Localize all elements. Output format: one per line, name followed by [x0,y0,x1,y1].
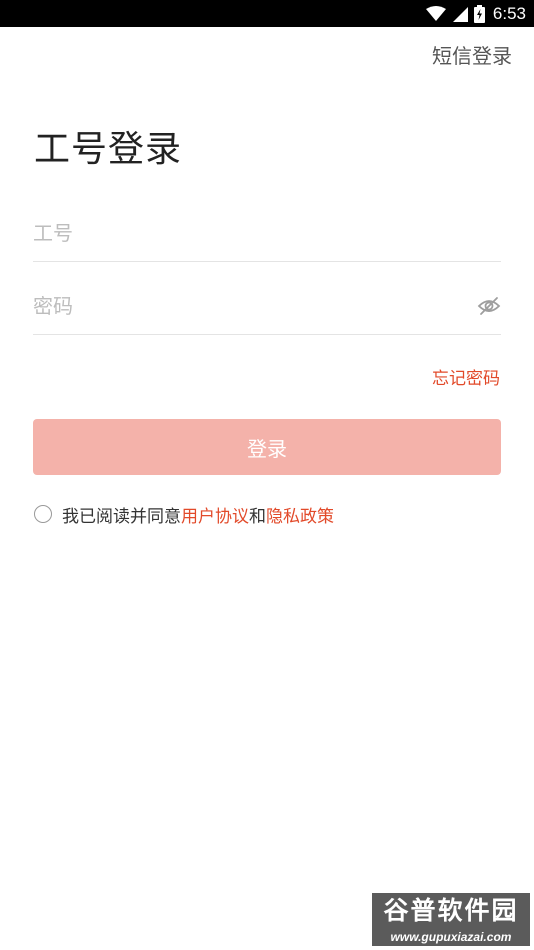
signal-icon [452,6,468,22]
status-time: 6:53 [492,3,526,23]
sms-login-link[interactable]: 短信登录 [432,40,512,69]
employee-id-input[interactable] [33,205,453,261]
watermark-title: 谷普软件园 [383,896,519,925]
user-agreement-link[interactable]: 用户协议 [181,502,249,527]
wifi-icon [425,5,446,22]
privacy-policy-link[interactable]: 隐私政策 [266,502,334,527]
status-icons: 6:53 [425,0,526,27]
page-title: 工号登录 [34,129,183,170]
eye-off-icon[interactable] [477,294,501,318]
battery-icon [473,4,485,23]
agreement-row: 我已阅读并同意 用户协议 和 隐私政策 [34,502,334,527]
login-screen: 6:53 短信登录 工号登录 忘记密码 登录 我已阅读并同意 用户协议 和 隐私… [0,0,534,950]
watermark-logo: 谷普软件园 www.gupuxiazai.com [372,893,530,946]
watermark-url: www.gupuxiazai.com [390,930,512,944]
agreement-checkbox[interactable] [34,505,52,523]
employee-id-row [33,205,501,262]
login-button[interactable]: 登录 [33,419,501,475]
password-input[interactable] [33,278,453,334]
password-row [33,278,501,335]
status-bar: 6:53 [0,0,534,27]
agreement-conjunction: 和 [249,506,266,527]
agreement-prefix: 我已阅读并同意 [62,506,181,527]
forgot-password-link[interactable]: 忘记密码 [432,364,500,389]
